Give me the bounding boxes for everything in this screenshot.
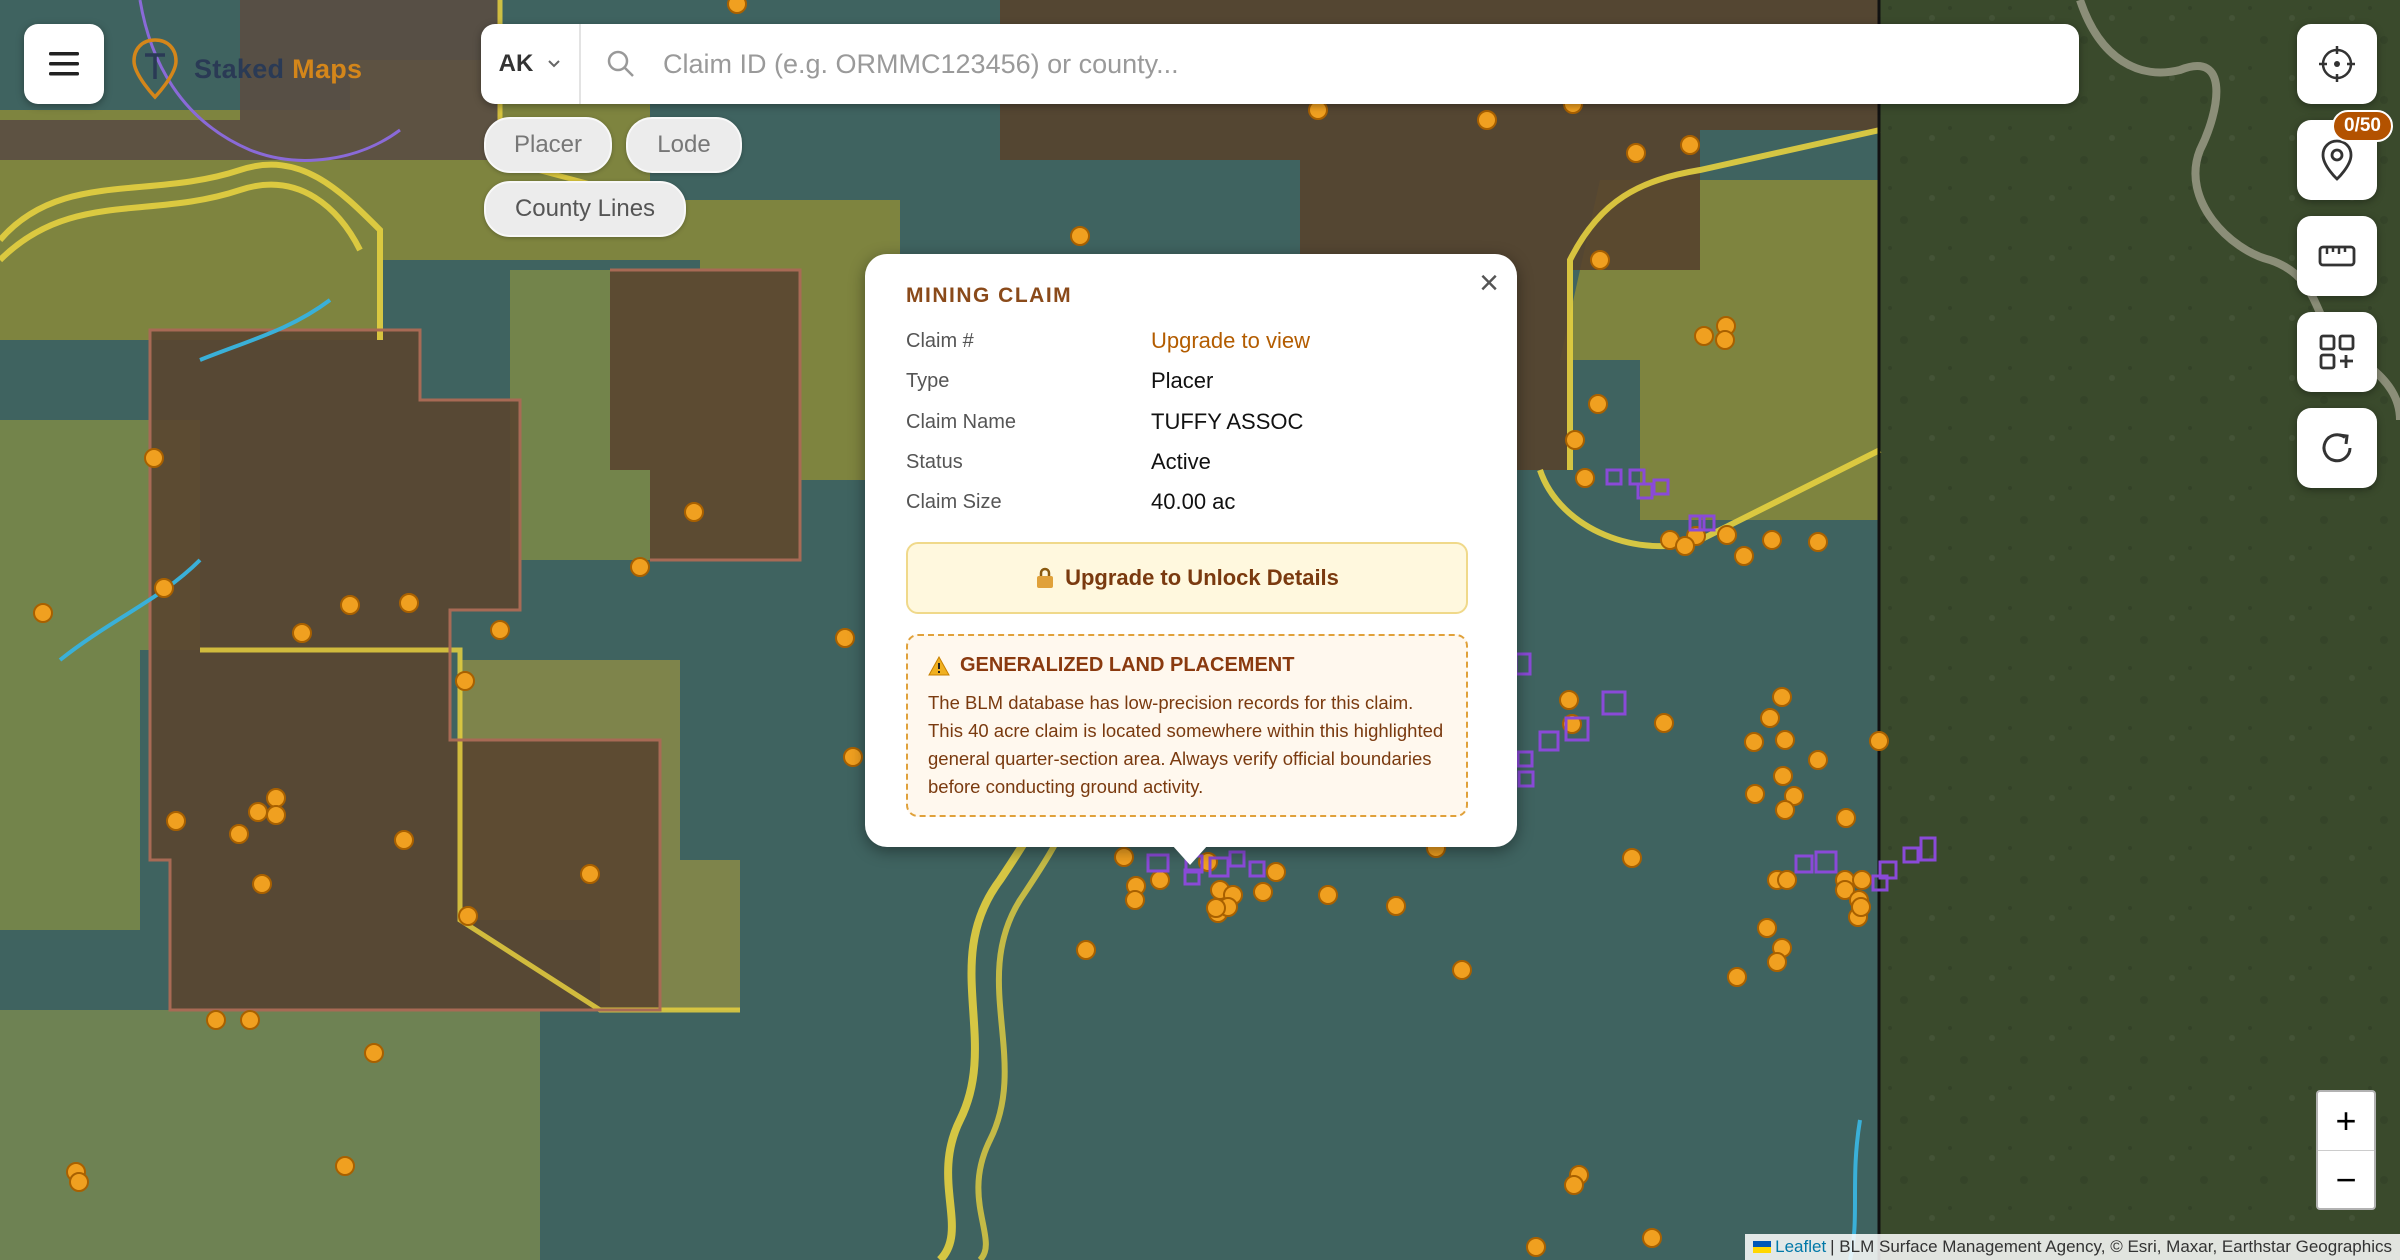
popup-tip — [1172, 845, 1208, 865]
warning-icon — [928, 655, 950, 675]
hamburger-menu-icon — [49, 52, 79, 76]
row-label: Status — [906, 450, 963, 473]
pin-logo-icon — [132, 38, 178, 100]
row-value: Placer — [1151, 368, 1214, 393]
upgrade-unlock-label: Upgrade to Unlock Details — [1065, 565, 1339, 590]
generalized-placement-warning: GENERALIZED LAND PLACEMENT The BLM datab… — [906, 634, 1468, 817]
row-value: 40.00 ac — [1151, 489, 1236, 514]
popup-row-status: Status Active — [906, 447, 1466, 477]
warning-text: The BLM database has low-precision recor… — [928, 692, 1444, 797]
warning-title: GENERALIZED LAND PLACEMENT — [960, 654, 1295, 676]
claim-search-input[interactable] — [661, 33, 2045, 95]
row-value: Active — [1151, 449, 1211, 474]
popup-row-claim-size: Claim Size 40.00 ac — [906, 487, 1466, 517]
close-icon[interactable]: × — [1479, 266, 1499, 300]
filter-chip-placer[interactable]: Placer — [484, 117, 612, 173]
zoom-out-button[interactable]: − — [2318, 1151, 2374, 1209]
refresh-icon — [2322, 433, 2352, 463]
row-label: Type — [906, 369, 950, 392]
map-pin-icon — [2321, 139, 2353, 181]
row-label: Claim # — [906, 329, 974, 352]
ruler-icon — [2318, 245, 2356, 267]
popup-row-claim-number: Claim # Upgrade to view — [906, 326, 1466, 356]
layers-button[interactable] — [2297, 312, 2377, 392]
mining-claim-popup: × MINING CLAIM Claim # Upgrade to view T… — [865, 254, 1517, 847]
state-select[interactable]: AK — [481, 24, 581, 104]
state-select-value: AK — [498, 50, 534, 77]
zoom-control: + − — [2316, 1090, 2376, 1210]
row-label: Claim Name — [906, 410, 1017, 433]
locate-button[interactable] — [2297, 24, 2377, 104]
search-icon — [607, 50, 634, 77]
leaflet-link[interactable]: Leaflet — [1775, 1237, 1826, 1257]
row-label: Claim Size — [906, 490, 1002, 513]
measure-button[interactable] — [2297, 216, 2377, 296]
layers-grid-icon — [2319, 334, 2355, 370]
menu-button[interactable] — [24, 24, 104, 104]
map-attribution: Leaflet | BLM Surface Management Agency,… — [1745, 1234, 2400, 1260]
popup-title: MINING CLAIM — [906, 284, 1073, 307]
locate-crosshair-icon — [2319, 46, 2355, 82]
filter-chip-county-lines[interactable]: County Lines — [484, 181, 686, 237]
pins-count-badge: 0/50 — [2332, 110, 2393, 142]
attribution-text: | BLM Surface Management Agency, © Esri,… — [1830, 1237, 2392, 1256]
zoom-in-button[interactable]: + — [2318, 1092, 2374, 1151]
upgrade-unlock-button[interactable]: Upgrade to Unlock Details — [906, 542, 1468, 614]
brand-name-second: Maps — [292, 53, 363, 84]
filter-chip-lode[interactable]: Lode — [626, 117, 742, 173]
lock-icon — [1037, 567, 1054, 588]
upgrade-to-view-link[interactable]: Upgrade to view — [1151, 328, 1310, 354]
search-bar: AK — [481, 24, 2079, 104]
brand-name-first: Staked — [194, 53, 285, 84]
brand-logo[interactable]: Staked Maps — [130, 34, 362, 104]
chevron-down-icon — [548, 60, 561, 68]
row-value: TUFFY ASSOC — [1151, 409, 1304, 434]
popup-row-claim-name: Claim Name TUFFY ASSOC — [906, 407, 1466, 437]
popup-row-type: Type Placer — [906, 366, 1466, 396]
ukraine-flag-icon — [1753, 1241, 1772, 1253]
refresh-button[interactable] — [2297, 408, 2377, 488]
